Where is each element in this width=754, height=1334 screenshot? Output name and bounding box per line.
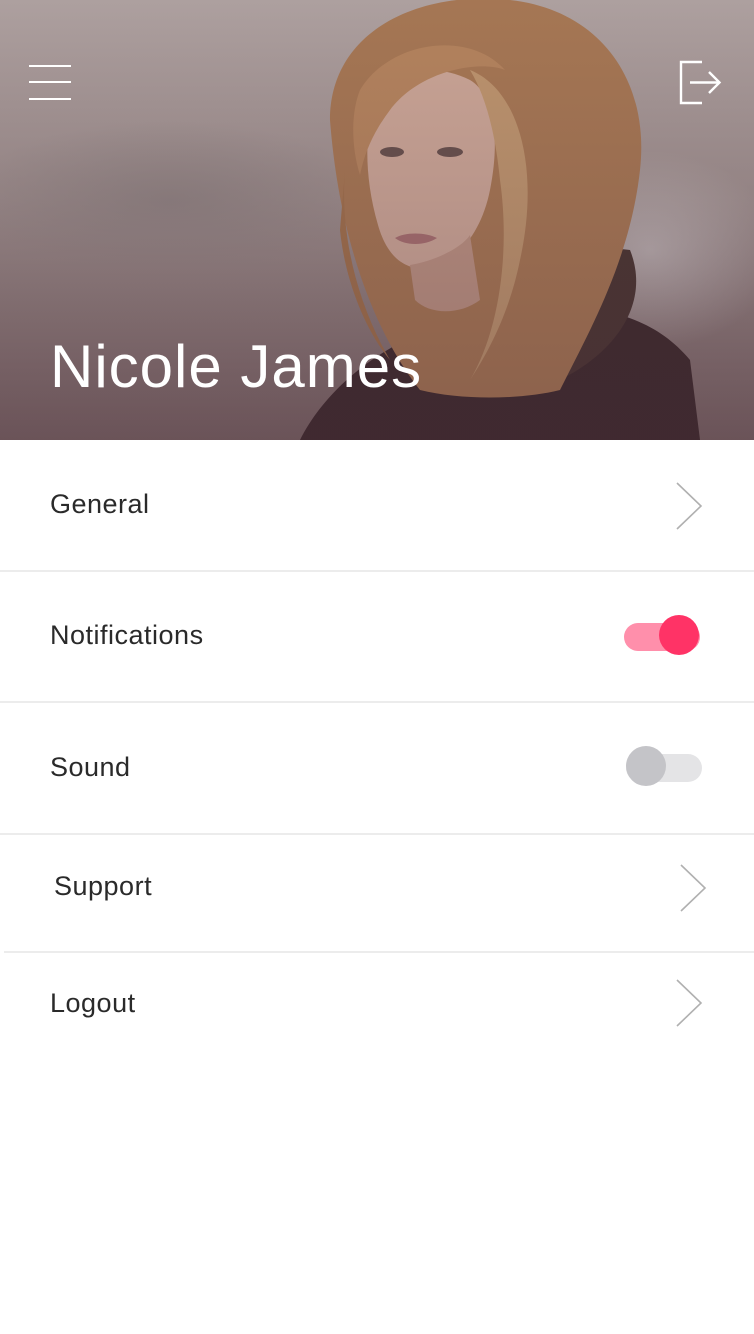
settings-item-label: Support bbox=[54, 871, 153, 901]
chevron-right-icon bbox=[676, 979, 703, 1027]
settings-item-general[interactable]: General bbox=[0, 440, 754, 571]
settings-item-label: General bbox=[50, 489, 150, 519]
hamburger-menu-icon[interactable] bbox=[29, 65, 71, 101]
settings-item-label: Sound bbox=[50, 752, 131, 782]
chevron-right-icon bbox=[676, 482, 703, 530]
sound-toggle[interactable] bbox=[624, 746, 702, 790]
settings-item-label: Logout bbox=[50, 988, 136, 1018]
settings-item-logout[interactable]: Logout bbox=[0, 953, 754, 1071]
settings-item-sound: Sound bbox=[0, 703, 754, 833]
settings-item-support[interactable]: Support bbox=[0, 835, 754, 951]
notifications-toggle[interactable] bbox=[624, 615, 702, 659]
logout-exit-icon[interactable] bbox=[678, 60, 722, 106]
profile-header: Nicole James bbox=[0, 0, 754, 440]
profile-name: Nicole James bbox=[50, 333, 423, 400]
settings-item-notifications: Notifications bbox=[0, 572, 754, 702]
chevron-right-icon bbox=[680, 864, 707, 912]
settings-item-label: Notifications bbox=[50, 620, 204, 650]
